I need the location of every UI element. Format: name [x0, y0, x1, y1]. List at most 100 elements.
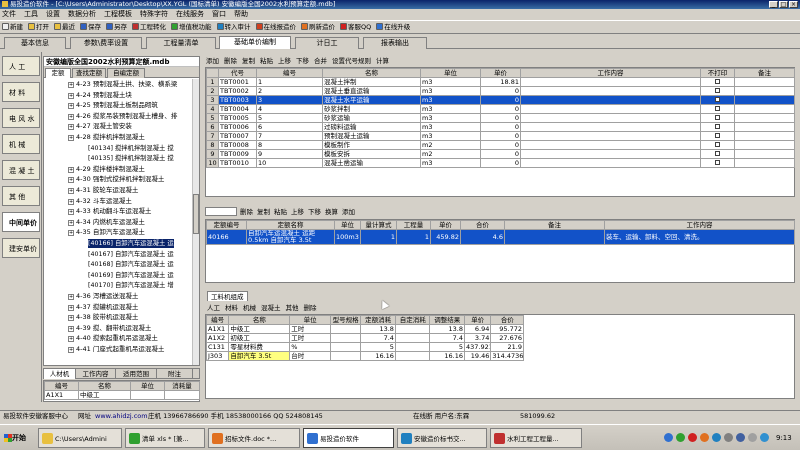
no-print-checkbox[interactable] — [715, 142, 720, 147]
menu-item-4[interactable]: 工程模板 — [104, 10, 132, 18]
toolbar-button-8[interactable]: 在线报造价 — [255, 21, 296, 33]
expand-toggle-icon[interactable]: + — [68, 198, 74, 205]
tree-node[interactable]: +4-29 搅拌楼拌制混凝土 — [68, 165, 145, 174]
tree-node[interactable]: +4-25 预制混凝土板制品砌筑 — [68, 101, 158, 110]
tray-app-icon[interactable] — [676, 433, 685, 442]
no-print-cell[interactable] — [700, 86, 735, 96]
tray-volume-icon[interactable] — [712, 433, 721, 442]
tree-node[interactable]: +4-27 混凝土管安装 — [68, 122, 132, 131]
tree-node[interactable]: +4-23 预制混凝土拱、扶梁、横系梁 — [68, 80, 177, 89]
table-row[interactable]: 5 TBT0005 5 砂浆运输 m3 0 — [206, 113, 795, 123]
resource-tab-0[interactable]: 人工 — [207, 304, 220, 312]
side-nav-item-7[interactable]: 建安单价 — [2, 238, 40, 258]
tray-qq-icon[interactable] — [688, 433, 697, 442]
quota-action-5[interactable]: 换算 — [325, 208, 338, 216]
table-row[interactable]: 2 TBT0002 2 混凝土垂直运输 m3 0 — [206, 86, 795, 96]
side-nav-item-4[interactable]: 混 凝 土 — [2, 160, 40, 180]
expand-toggle-icon[interactable]: + — [68, 135, 74, 141]
expand-toggle-icon[interactable]: + — [68, 177, 74, 184]
side-nav-item-2[interactable]: 电 风 水 — [2, 108, 40, 128]
tree-leaf-item[interactable]: [40169] 自卸汽车运混凝土 运 — [88, 271, 174, 280]
taskbar-task-5[interactable]: 水利工程工程量... — [490, 428, 582, 448]
resource-tab-5[interactable]: 删除 — [304, 304, 317, 312]
table-row[interactable]: A1X2 初级工 工时 7.4 7.4 3.74 27.676 — [205, 333, 524, 343]
no-print-checkbox[interactable] — [715, 124, 720, 129]
tree-leaf-item[interactable]: [40170] 自卸汽车运混凝土 增 — [88, 281, 174, 290]
menu-item-3[interactable]: 数据分析 — [68, 10, 96, 18]
start-button[interactable]: 开始 — [2, 428, 32, 448]
menu-item-0[interactable]: 文件 — [2, 10, 16, 18]
toolbar-button-0[interactable]: 新建 — [2, 21, 23, 33]
expand-toggle-icon[interactable]: + — [68, 219, 74, 226]
tree-node[interactable]: +4-36 泻槽运送混凝土 — [68, 292, 138, 301]
detail-tab-2[interactable]: 适用范围 — [116, 369, 157, 379]
quota-code-input[interactable] — [205, 207, 237, 216]
tab-2[interactable]: 工程量清单 — [146, 37, 216, 49]
expand-toggle-icon[interactable]: + — [68, 124, 74, 131]
table-row[interactable]: C131 零星材料费% 5 5 437.921 21.9 — [205, 342, 524, 352]
tree-scrollbar[interactable] — [192, 79, 199, 365]
expand-toggle-icon[interactable]: + — [68, 92, 74, 99]
side-nav-item-1[interactable]: 材 料 — [2, 82, 40, 102]
no-print-checkbox[interactable] — [715, 88, 720, 93]
tree-node[interactable]: +4-34 内燃机车运混凝土 — [68, 218, 145, 227]
toolbar-button-2[interactable]: 最近 — [54, 21, 75, 33]
no-print-cell[interactable] — [700, 149, 735, 159]
table-row[interactable]: 40166 自卸汽车运混凝土 运距0.5km 自卸汽车 3.5t 100m3 1 1 45… — [206, 229, 795, 245]
tab-1[interactable]: 参数\费率设置 — [70, 37, 142, 49]
tree-node[interactable]: +4-39 搅、翻带机运混凝土 — [68, 324, 151, 333]
no-print-checkbox[interactable] — [715, 97, 720, 102]
no-print-cell[interactable] — [700, 122, 735, 132]
tree-node[interactable]: +4-40 搅索起重机吊运混凝土 — [68, 334, 158, 343]
table-row[interactable]: 6 TBT0006 6 过磅料运输 m3 0 — [206, 122, 795, 132]
toolbar-button-10[interactable]: 客服QQ — [340, 21, 371, 33]
minimize-button[interactable]: _ — [769, 1, 778, 8]
no-print-cell[interactable] — [700, 158, 735, 168]
tree-node[interactable]: +4-41 门座式起重机吊运混凝土 — [68, 345, 164, 354]
tree-tab-0[interactable]: 定额 — [45, 68, 71, 78]
no-print-checkbox[interactable] — [715, 151, 720, 156]
tree-node[interactable]: +4-35 自卸汽车运混凝土 — [68, 228, 145, 237]
taskbar-task-0[interactable]: C:\Users\Admini — [38, 428, 122, 448]
quota-action-0[interactable]: 删除 — [240, 208, 253, 216]
side-nav-item-5[interactable]: 其 他 — [2, 186, 40, 206]
taskbar-task-2[interactable]: 招标文件.doc *... — [208, 428, 300, 448]
table-row[interactable]: 10 TBT0010 10 混凝土凿运输 m3 0 — [206, 158, 795, 168]
side-nav-item-3[interactable]: 机 械 — [2, 134, 40, 154]
resource-tab-4[interactable]: 其他 — [286, 304, 299, 312]
menu-item-8[interactable]: 帮助 — [234, 10, 248, 18]
toolbar-button-3[interactable]: 保存 — [80, 21, 101, 33]
no-print-cell[interactable] — [700, 95, 735, 105]
tab-0[interactable]: 基本信息 — [4, 37, 66, 49]
toolbar-button-1[interactable]: 打开 — [28, 21, 49, 33]
toolbar-button-7[interactable]: 转入审计 — [216, 21, 251, 33]
menu-item-6[interactable]: 在线服务 — [176, 10, 204, 18]
tree-node[interactable]: +4-38 胶带机运混凝土 — [68, 313, 138, 322]
taskbar-task-4[interactable]: 安徽造价标书交... — [397, 428, 487, 448]
toolbar-button-5[interactable]: 工程转化 — [132, 21, 166, 33]
toolbar-button-11[interactable]: 在线升级 — [376, 21, 410, 33]
close-button[interactable]: × — [789, 1, 798, 8]
resource-tab-3[interactable]: 混凝土 — [261, 304, 281, 312]
expand-toggle-icon[interactable]: + — [68, 230, 74, 237]
expand-toggle-icon[interactable]: + — [68, 113, 74, 120]
expand-toggle-icon[interactable]: + — [68, 209, 74, 216]
table-row[interactable]: J303 自卸汽车 3.5t 台时 16.16 16.16 19.46 314.4736 — [205, 351, 524, 361]
no-print-checkbox[interactable] — [715, 106, 720, 111]
tree-leaf-item[interactable]: [40166] 自卸汽车运混凝土 运 — [88, 239, 174, 248]
toolbar-button-9[interactable]: 刷新造价 — [301, 21, 335, 33]
quota-action-6[interactable]: 添加 — [342, 208, 355, 216]
menu-item-2[interactable]: 设置 — [46, 10, 60, 18]
no-print-cell[interactable] — [700, 104, 735, 114]
tree-leaf-item[interactable]: [40167] 自卸汽车运混凝土 运 — [88, 250, 174, 259]
no-print-cell[interactable] — [700, 140, 735, 150]
tray-security-icon[interactable] — [700, 433, 709, 442]
no-print-checkbox[interactable] — [715, 79, 720, 84]
tree-tab-2[interactable]: 自编定额 — [107, 68, 145, 78]
top-action-5[interactable]: 下移 — [296, 57, 309, 65]
tree-tab-1[interactable]: 查找定额 — [72, 68, 106, 78]
tree-node[interactable]: +4-37 搅罐机运混凝土 — [68, 303, 138, 312]
quota-action-1[interactable]: 复制 — [257, 208, 270, 216]
tray-update-icon[interactable] — [736, 433, 745, 442]
tray-wifi-icon[interactable] — [760, 433, 769, 442]
